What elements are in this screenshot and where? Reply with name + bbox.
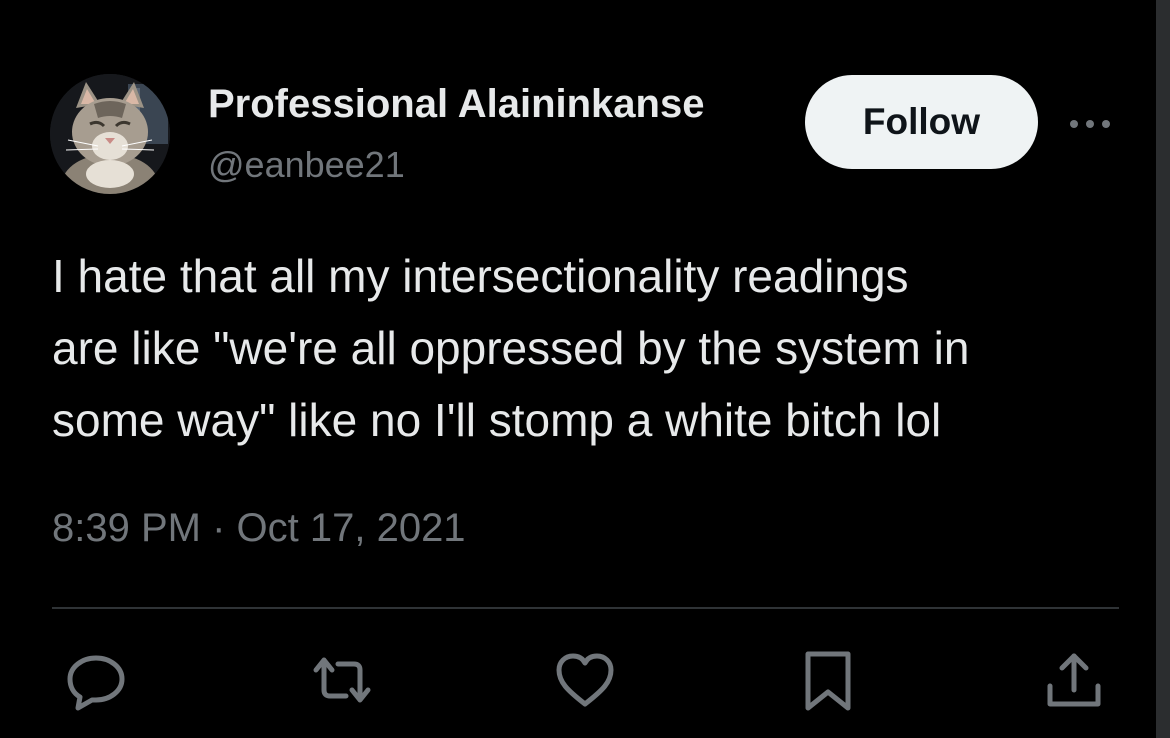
bookmark-button[interactable]: [796, 648, 860, 712]
share-button[interactable]: [1042, 648, 1106, 712]
like-icon: [556, 653, 614, 707]
bookmark-icon: [805, 651, 851, 711]
retweet-icon: [313, 657, 371, 703]
tweet-text-line: are like "we're all oppressed by the sys…: [52, 322, 970, 374]
tweet-text-line: some way" like no I'll stomp a white bit…: [52, 394, 942, 446]
reply-icon: [67, 655, 125, 711]
retweet-button[interactable]: [310, 648, 374, 712]
tweet-text-line: I hate that all my intersectionality rea…: [52, 250, 909, 302]
author-display-name[interactable]: Professional Alaininkanse: [208, 82, 704, 127]
more-options-button[interactable]: [1066, 108, 1114, 140]
tweet-timestamp[interactable]: 8:39 PM · Oct 17, 2021: [52, 506, 466, 551]
cat-avatar-icon: [50, 74, 170, 194]
author-avatar[interactable]: [50, 74, 170, 194]
like-button[interactable]: [553, 648, 617, 712]
share-icon: [1047, 653, 1101, 707]
more-icon: [1070, 120, 1110, 128]
reply-button[interactable]: [64, 648, 128, 712]
divider: [52, 607, 1119, 609]
follow-button[interactable]: Follow: [805, 75, 1038, 169]
tweet-text: I hate that all my intersectionality rea…: [52, 240, 1132, 456]
scrollbar-track: [1156, 0, 1170, 738]
author-handle[interactable]: @eanbee21: [208, 144, 405, 186]
